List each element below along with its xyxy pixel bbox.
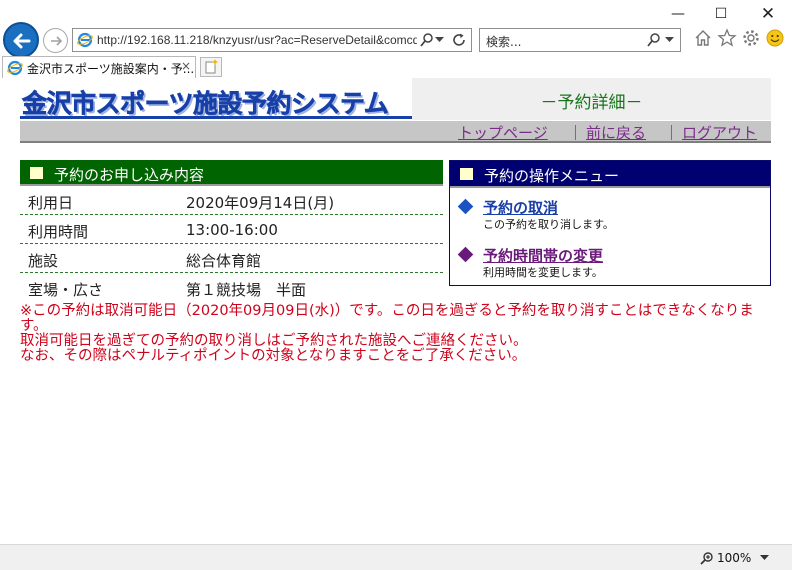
back-button[interactable]: [3, 22, 39, 58]
zoom-icon[interactable]: [700, 551, 714, 565]
menu-title: 予約の操作メニュー: [484, 167, 620, 185]
detail-row-facility: 施設 総合体育館: [20, 244, 443, 273]
star-icon[interactable]: [717, 28, 737, 48]
logo-underline: [20, 116, 412, 119]
browser-navbar: http://192.168.11.218/knzyusr/usr?ac=Res…: [0, 22, 792, 58]
link-separator: ｜: [664, 124, 680, 142]
notice-line: ※この予約は取消可能日（2020年09月09日(水)）です。この日を過ぎると予約…: [20, 303, 754, 334]
link-separator: ｜: [568, 124, 584, 142]
detail-label: 室場・広さ: [28, 281, 104, 299]
detail-label: 施設: [28, 252, 59, 270]
detail-row-time: 利用時間 13:00-16:00: [20, 215, 443, 244]
page-title: －予約詳細－: [540, 93, 643, 113]
detail-label: 利用時間: [28, 223, 89, 241]
new-tab-button[interactable]: [200, 57, 222, 77]
menu-item-desc: この予約を取り消します。: [483, 218, 614, 231]
logout-link[interactable]: ログアウト: [682, 122, 757, 143]
detail-value: 総合体育館: [186, 252, 262, 270]
back-link[interactable]: 前に戻る: [586, 122, 646, 143]
new-tab-icon: [205, 59, 218, 74]
refresh-icon[interactable]: [451, 32, 467, 48]
address-bar[interactable]: http://192.168.11.218/knzyusr/usr?ac=Res…: [72, 28, 472, 52]
search-icon[interactable]: [646, 32, 662, 48]
detail-value: 第１競技場 半面: [186, 281, 307, 299]
search-placeholder[interactable]: 検索...: [486, 33, 521, 50]
tab-bar: 金沢市スポーツ施設案内・予... ×: [0, 56, 792, 78]
logo-text: 金沢市スポーツ施設予約システム: [22, 89, 389, 119]
ie-icon: [77, 32, 93, 48]
detail-label: 利用日: [28, 194, 74, 212]
menu-header: 予約の操作メニュー: [450, 161, 770, 188]
page-heading-box: －予約詳細－: [412, 78, 771, 120]
chevron-down-icon[interactable]: [665, 37, 674, 43]
detail-row-room: 室場・広さ 第１競技場 半面: [20, 273, 443, 302]
notice-line: なお、その際はペナルティポイントの対象となりますことをご了承ください。: [20, 348, 527, 364]
page-content: 金沢市スポーツ施設予約システム 金沢市スポーツ施設予約システム －予約詳細－ ト…: [0, 78, 792, 544]
tab-active[interactable]: 金沢市スポーツ施設案内・予... ×: [2, 56, 196, 78]
chevron-down-icon[interactable]: [760, 555, 769, 561]
square-bullet-icon: [30, 167, 43, 179]
diamond-bullet-icon: [457, 246, 474, 263]
url-text[interactable]: http://192.168.11.218/knzyusr/usr?ac=Res…: [97, 33, 417, 47]
maximize-button[interactable]: ☐: [709, 4, 733, 24]
top-link-bar: トップページ ｜ 前に戻る ｜ ログアウト: [20, 121, 771, 143]
close-window-button[interactable]: ✕: [756, 4, 780, 24]
change-time-link[interactable]: 予約時間帯の変更: [483, 245, 603, 266]
status-bar: 100%: [0, 544, 792, 570]
detail-row-date: 利用日 2020年09月14日(月): [20, 186, 443, 215]
minimize-button[interactable]: —: [666, 4, 690, 24]
site-logo[interactable]: 金沢市スポーツ施設予約システム 金沢市スポーツ施設予約システム: [20, 80, 412, 120]
details-header: 予約のお申し込み内容: [20, 160, 443, 186]
tab-close-button[interactable]: ×: [181, 59, 191, 73]
reservation-details-panel: 予約のお申し込み内容 利用日 2020年09月14日(月) 利用時間 13:00…: [20, 160, 443, 302]
search-icon[interactable]: [419, 32, 435, 48]
forward-button[interactable]: [43, 28, 68, 53]
ie-icon: [7, 60, 23, 76]
tab-title[interactable]: 金沢市スポーツ施設案内・予...: [27, 60, 194, 77]
detail-value: 13:00-16:00: [186, 221, 278, 239]
diamond-bullet-icon: [457, 198, 474, 215]
zoom-level[interactable]: 100%: [717, 551, 751, 565]
cancellation-notice: ※この予約は取消可能日（2020年09月09日(水)）です。この日を過ぎると予約…: [20, 304, 765, 364]
home-icon[interactable]: [693, 28, 713, 48]
menu-item-desc: 利用時間を変更します。: [483, 266, 603, 279]
operation-menu-panel: 予約の操作メニュー 予約の取消 この予約を取り消します。 予約時間帯の変更 利用…: [449, 160, 771, 286]
square-bullet-icon: [460, 168, 473, 180]
browser-search-box[interactable]: 検索...: [479, 28, 681, 52]
details-title: 予約のお申し込み内容: [54, 166, 205, 184]
detail-value: 2020年09月14日(月): [186, 194, 335, 212]
forward-icon: [51, 36, 63, 46]
gear-icon[interactable]: [741, 28, 761, 48]
back-icon: [13, 33, 31, 49]
smiley-icon[interactable]: [765, 28, 785, 48]
notice-line: 取消可能日を過ぎての予約の取り消しはご予約された施設へご連絡ください。: [20, 333, 528, 349]
top-page-link[interactable]: トップページ: [458, 122, 548, 143]
cancel-reservation-link[interactable]: 予約の取消: [483, 197, 558, 218]
chevron-down-icon[interactable]: [435, 37, 444, 43]
